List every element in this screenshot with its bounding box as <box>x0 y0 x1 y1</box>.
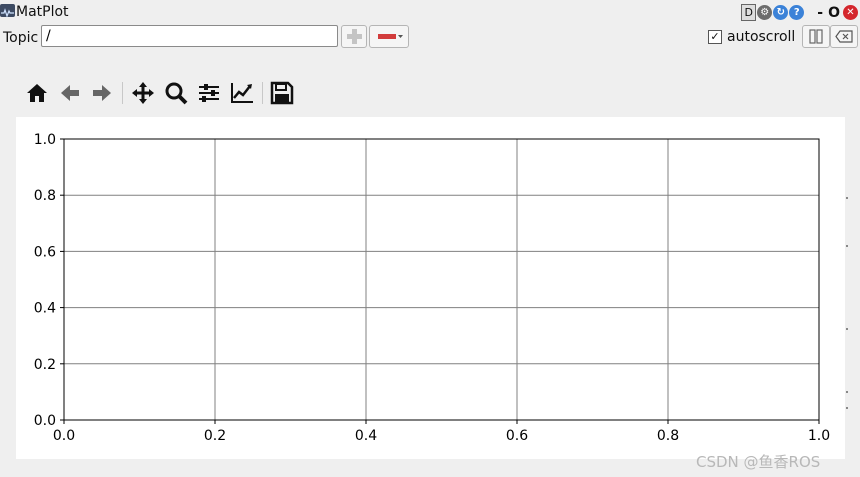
plot-area[interactable]: 0.0 0.2 0.4 0.6 0.8 1.0 0.0 0.2 0.4 0.6 0.8 1.0 <box>16 117 845 459</box>
pause-icon <box>809 29 823 44</box>
y-tick-label: 0.6 <box>34 244 56 260</box>
y-tick-label: 1.0 <box>34 132 56 148</box>
toolbar-separator <box>122 82 123 104</box>
pause-button[interactable] <box>802 25 830 48</box>
refresh-icon[interactable]: ↻ <box>773 5 789 20</box>
y-tick-label: 0.4 <box>34 301 56 317</box>
topic-label: Topic <box>3 30 39 46</box>
settings-icon[interactable]: ⚙ <box>757 5 773 20</box>
zoom-icon[interactable] <box>163 80 189 106</box>
subplots-config-icon[interactable] <box>196 80 222 106</box>
y-tick-label: 0.0 <box>34 413 56 429</box>
plot-canvas[interactable]: 0.0 0.2 0.4 0.6 0.8 1.0 0.0 0.2 0.4 0.6 0.8 1.0 <box>16 117 845 459</box>
autoscroll-checkbox[interactable]: ✓ <box>708 30 722 44</box>
minus-icon <box>378 34 403 39</box>
watermark: CSDN @鱼香ROS <box>696 453 821 471</box>
help-button[interactable]: ? <box>789 5 805 20</box>
app-icon <box>0 4 15 18</box>
x-tick-label: 1.0 <box>808 428 830 444</box>
home-icon[interactable] <box>24 80 50 106</box>
window-titlebar: MatPlot D ⚙ ↻ ? - O ✕ <box>0 0 860 24</box>
save-icon[interactable] <box>269 80 295 106</box>
toolbar-separator <box>262 82 263 104</box>
forward-arrow-icon[interactable] <box>89 80 115 106</box>
autoscroll-toggle[interactable]: ✓ autoscroll <box>708 29 795 45</box>
add-topic-button[interactable] <box>341 25 367 48</box>
x-tick-label: 0.2 <box>204 428 226 444</box>
clear-button[interactable] <box>830 25 858 48</box>
edit-curves-icon[interactable] <box>229 80 255 106</box>
back-arrow-icon[interactable] <box>57 80 83 106</box>
close-icon[interactable]: ✕ <box>843 5 858 20</box>
clear-icon <box>835 30 853 43</box>
maximize-button[interactable]: O <box>826 5 842 21</box>
debug-button[interactable]: D <box>741 4 757 21</box>
axes-frame <box>63 138 820 421</box>
plus-icon <box>347 29 362 44</box>
x-tick-label: 0.0 <box>53 428 75 444</box>
title-controls: D ⚙ ↻ ? - O ✕ <box>741 4 858 21</box>
topic-bar: Topic ✓ autoscroll <box>0 25 860 51</box>
window-title: MatPlot <box>16 4 69 20</box>
x-tick-label: 0.4 <box>355 428 377 444</box>
pan-icon[interactable] <box>130 80 156 106</box>
x-tick-label: 0.6 <box>506 428 528 444</box>
truncated-axis-marks <box>845 190 860 410</box>
topic-input[interactable] <box>41 25 338 47</box>
y-tick-label: 0.8 <box>34 188 56 204</box>
x-tick-label: 0.8 <box>657 428 679 444</box>
remove-topic-button[interactable] <box>369 25 409 48</box>
minimize-button[interactable]: - <box>815 5 825 21</box>
autoscroll-label: autoscroll <box>727 29 796 45</box>
y-tick-label: 0.2 <box>34 357 56 373</box>
